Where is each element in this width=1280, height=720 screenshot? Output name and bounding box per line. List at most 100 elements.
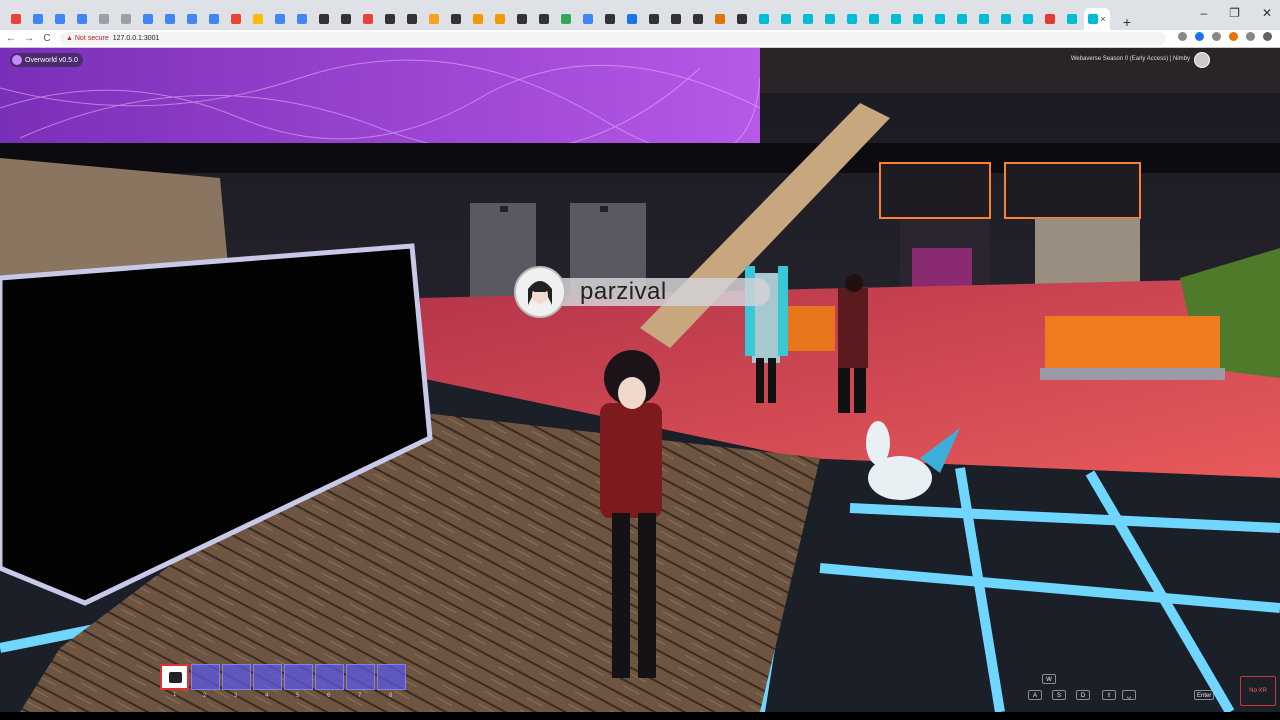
tab-favicon-icon bbox=[715, 14, 725, 24]
browser-tab[interactable] bbox=[182, 8, 202, 30]
hotbar-slot[interactable]: 3 bbox=[222, 664, 251, 699]
browser-tab[interactable] bbox=[578, 8, 598, 30]
browser-tab[interactable] bbox=[864, 8, 884, 30]
tab-favicon-icon bbox=[77, 14, 87, 24]
browser-tab[interactable] bbox=[512, 8, 532, 30]
browser-tab[interactable] bbox=[380, 8, 400, 30]
browser-tab[interactable] bbox=[138, 8, 158, 30]
extension-icon[interactable] bbox=[1178, 32, 1187, 41]
extension-icon[interactable] bbox=[1195, 32, 1204, 41]
game-scene[interactable] bbox=[0, 48, 1280, 712]
browser-tab[interactable] bbox=[952, 8, 972, 30]
browser-tab[interactable] bbox=[842, 8, 862, 30]
browser-tab[interactable] bbox=[6, 8, 26, 30]
tab-favicon-icon bbox=[253, 14, 263, 24]
key-d: D bbox=[1076, 690, 1090, 700]
key-space: ␣ bbox=[1122, 690, 1136, 700]
browser-toolbar: ← → C ▲ Not secure 127.0.0.1:3001 bbox=[0, 30, 1280, 48]
tab-favicon-icon bbox=[891, 14, 901, 24]
browser-tab[interactable] bbox=[292, 8, 312, 30]
browser-tab[interactable] bbox=[28, 8, 48, 30]
hotbar-slot-number: 5 bbox=[296, 693, 300, 699]
hotbar-slot-number: 4 bbox=[265, 693, 269, 699]
browser-tab[interactable] bbox=[556, 8, 576, 30]
maximize-button[interactable]: ❐ bbox=[1229, 6, 1240, 20]
browser-tab[interactable] bbox=[820, 8, 840, 30]
browser-tab[interactable] bbox=[732, 8, 752, 30]
browser-tab[interactable] bbox=[886, 8, 906, 30]
browser-tab[interactable] bbox=[754, 8, 774, 30]
tab-list: × bbox=[6, 8, 1112, 30]
hotbar-slot-number: 2 bbox=[203, 693, 207, 699]
hotbar-slot[interactable]: 6 bbox=[315, 664, 344, 699]
extension-icon[interactable] bbox=[1246, 32, 1255, 41]
browser-tab[interactable] bbox=[908, 8, 928, 30]
new-tab-button[interactable]: + bbox=[1116, 14, 1138, 30]
browser-tab[interactable] bbox=[1040, 8, 1060, 30]
browser-tab[interactable] bbox=[358, 8, 378, 30]
bottom-letterbox bbox=[0, 712, 1280, 720]
close-window-button[interactable]: ✕ bbox=[1262, 6, 1272, 20]
forward-button[interactable]: → bbox=[22, 33, 36, 44]
browser-tab[interactable] bbox=[468, 8, 488, 30]
hotbar-slot[interactable]: 1 bbox=[160, 664, 189, 698]
browser-tab[interactable] bbox=[930, 8, 950, 30]
purple-neon-ceiling bbox=[0, 48, 760, 143]
browser-tab[interactable] bbox=[996, 8, 1016, 30]
no-xr-button[interactable]: No XR bbox=[1240, 676, 1276, 706]
extension-icon[interactable] bbox=[1229, 32, 1238, 41]
hotbar-slot[interactable]: 7 bbox=[346, 664, 375, 699]
browser-tab[interactable] bbox=[446, 8, 466, 30]
hotbar-slot-number: 7 bbox=[358, 693, 362, 699]
browser-tab[interactable] bbox=[314, 8, 334, 30]
browser-tab[interactable] bbox=[710, 8, 730, 30]
browser-tab[interactable] bbox=[116, 8, 136, 30]
browser-tab[interactable] bbox=[336, 8, 356, 30]
browser-tab[interactable] bbox=[600, 8, 620, 30]
browser-tab[interactable] bbox=[1018, 8, 1038, 30]
browser-tab[interactable] bbox=[622, 8, 642, 30]
tab-favicon-icon bbox=[385, 14, 395, 24]
browser-tab[interactable] bbox=[402, 8, 422, 30]
browser-tab[interactable] bbox=[1062, 8, 1082, 30]
browser-tab[interactable] bbox=[204, 8, 224, 30]
browser-tab[interactable] bbox=[94, 8, 114, 30]
hotbar-slot[interactable]: 5 bbox=[284, 664, 313, 699]
back-button[interactable]: ← bbox=[4, 33, 18, 44]
browser-tab[interactable] bbox=[72, 8, 92, 30]
extension-icon[interactable] bbox=[1263, 32, 1272, 41]
hotbar-slot[interactable]: 8 bbox=[377, 664, 406, 699]
browser-tab[interactable]: × bbox=[1084, 8, 1110, 30]
tab-favicon-icon bbox=[363, 14, 373, 24]
reload-button[interactable]: C bbox=[40, 33, 54, 44]
hotbar: 1 2 3 4 5 6 7 8 bbox=[160, 664, 406, 699]
not-secure-indicator[interactable]: ▲ Not secure bbox=[66, 35, 109, 42]
browser-tab[interactable] bbox=[270, 8, 290, 30]
browser-tab[interactable] bbox=[534, 8, 554, 30]
version-badge[interactable]: Overworld v0.5.0 bbox=[10, 53, 83, 67]
browser-tab[interactable] bbox=[160, 8, 180, 30]
extension-icon[interactable] bbox=[1212, 32, 1221, 41]
address-bar[interactable]: ▲ Not secure 127.0.0.1:3001 bbox=[60, 32, 1166, 45]
browser-tab[interactable] bbox=[666, 8, 686, 30]
browser-tab[interactable] bbox=[424, 8, 444, 30]
browser-tab[interactable] bbox=[688, 8, 708, 30]
minimize-button[interactable]: – bbox=[1200, 6, 1207, 20]
browser-tab[interactable] bbox=[50, 8, 70, 30]
browser-tab[interactable] bbox=[248, 8, 268, 30]
tab-favicon-icon bbox=[275, 14, 285, 24]
browser-tab[interactable] bbox=[974, 8, 994, 30]
browser-tab[interactable] bbox=[798, 8, 818, 30]
browser-tab[interactable] bbox=[226, 8, 246, 30]
browser-tab[interactable] bbox=[644, 8, 664, 30]
browser-tab[interactable] bbox=[776, 8, 796, 30]
profile-avatar-button[interactable] bbox=[1194, 52, 1210, 68]
tab-favicon-icon bbox=[55, 14, 65, 24]
url-text[interactable]: 127.0.0.1:3001 bbox=[113, 35, 160, 42]
hotbar-slot[interactable]: 4 bbox=[253, 664, 282, 699]
close-tab-icon[interactable]: × bbox=[1100, 14, 1105, 24]
browser-tab[interactable] bbox=[490, 8, 510, 30]
key-shift: ⇧ bbox=[1102, 690, 1116, 700]
game-viewport[interactable]: Overworld v0.5.0 Webaverse Season 0 (Ear… bbox=[0, 48, 1280, 712]
hotbar-slot[interactable]: 2 bbox=[191, 664, 220, 699]
